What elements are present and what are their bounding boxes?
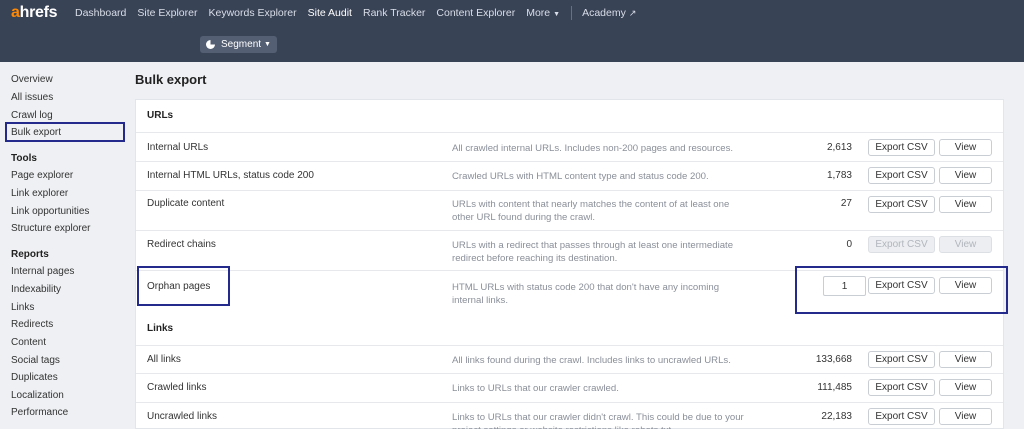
table-row: Redirect chains URLs with a redirect tha… [136,230,1003,270]
nav-site-audit[interactable]: Site Audit [308,7,352,19]
sidebar-item-internal-pages[interactable]: Internal pages [11,266,74,277]
sidebar-item-crawl-log[interactable]: Crawl log [11,110,53,121]
segment-button[interactable]: Segment ▼ [200,36,277,53]
sidebar-item-performance[interactable]: Performance [11,407,68,418]
export-csv-button[interactable]: Export CSV [868,139,935,156]
chevron-down-icon: ▼ [264,41,271,48]
row-count: 22,183 [821,411,852,422]
row-name: Internal URLs [147,142,209,153]
view-button: View [939,236,992,253]
sidebar-item-all-issues[interactable]: All issues [11,92,53,103]
row-description: All links found during the crawl. Includ… [452,355,731,366]
table-row: All links All links found during the cra… [136,345,1003,373]
row-name: Duplicate content [147,198,225,209]
view-button[interactable]: View [939,196,992,213]
sidebar-item-social-tags[interactable]: Social tags [11,355,60,366]
sidebar-heading-tools: Tools [11,153,37,164]
nav-divider [571,6,573,20]
sidebar-item-overview[interactable]: Overview [11,74,53,85]
view-button[interactable]: View [939,167,992,184]
row-description: URLs with content that nearly matches th… [452,199,730,223]
highlight-box-bulk-export [5,122,125,142]
row-name: Uncrawled links [147,411,218,422]
nav-site-explorer[interactable]: Site Explorer [137,7,197,19]
chevron-down-icon: ▼ [553,11,561,18]
row-description: URLs with a redirect that passes through… [452,240,734,264]
sidebar-item-link-explorer[interactable]: Link explorer [11,188,68,199]
sidebar-item-links[interactable]: Links [11,302,34,313]
external-link-icon: ↗ [628,8,637,18]
row-description: HTML URLs with status code 200 that don'… [452,282,720,306]
row-description: Crawled URLs with HTML content type and … [452,171,709,182]
section-title-urls: URLs [147,110,174,121]
section-title-links: Links [147,323,174,334]
row-count: 133,668 [815,354,852,365]
sidebar-heading-reports: Reports [11,249,49,260]
export-csv-button[interactable]: Export CSV [868,379,935,396]
export-csv-button: Export CSV [868,236,935,253]
row-description: Links to URLs that our crawler crawled. [452,383,619,394]
main-nav: Dashboard Site Explorer Keywords Explore… [75,6,647,20]
row-description: All crawled internal URLs. Includes non-… [452,143,734,154]
export-csv-button[interactable]: Export CSV [868,351,935,368]
sidebar-item-structure-explorer[interactable]: Structure explorer [11,223,90,234]
sidebar-item-content[interactable]: Content [11,337,46,348]
export-csv-button[interactable]: Export CSV [868,167,935,184]
nav-dashboard[interactable]: Dashboard [75,7,126,19]
sidebar-item-localization[interactable]: Localization [11,390,64,401]
ahrefs-logo[interactable]: ahrefs [11,4,58,22]
view-button[interactable]: View [939,408,992,425]
row-count: 111,485 [817,382,852,393]
table-row: Crawled links Links to URLs that our cra… [136,373,1003,402]
sidebar-item-redirects[interactable]: Redirects [11,319,53,330]
highlight-box-orphan-pages [137,266,230,306]
nav-keywords-explorer[interactable]: Keywords Explorer [208,7,296,19]
nav-academy[interactable]: Academy ↗ [582,7,636,19]
row-name: Redirect chains [147,239,216,250]
bulk-export-panel: URLs Internal URLs All crawled internal … [135,99,1004,429]
page-title: Bulk export [135,72,207,87]
row-count: 0 [846,239,852,250]
row-description: Links to URLs that our crawler didn't cr… [452,412,744,429]
highlight-box-orphan-actions [795,266,1008,314]
sidebar-item-link-opportunities[interactable]: Link opportunities [11,206,89,217]
row-name: Internal HTML URLs, status code 200 [147,170,314,181]
table-row: Internal URLs All crawled internal URLs.… [136,132,1003,161]
export-csv-button[interactable]: Export CSV [868,408,935,425]
row-count: 27 [840,198,852,209]
table-row: Duplicate content URLs with content that… [136,190,1003,230]
row-name: All links [147,354,181,365]
sidebar-item-indexability[interactable]: Indexability [11,284,61,295]
row-count: 1,783 [826,170,852,181]
pie-chart-icon [206,40,216,49]
sidebar-item-page-explorer[interactable]: Page explorer [11,170,73,181]
row-count: 2,613 [826,142,852,153]
table-row: Uncrawled links Links to URLs that our c… [136,402,1003,429]
view-button[interactable]: View [939,351,992,368]
view-button[interactable]: View [939,379,992,396]
nav-more[interactable]: More ▼ [526,7,560,19]
nav-rank-tracker[interactable]: Rank Tracker [363,7,425,19]
nav-content-explorer[interactable]: Content Explorer [436,7,515,19]
sidebar-item-duplicates[interactable]: Duplicates [11,372,58,383]
export-csv-button[interactable]: Export CSV [868,196,935,213]
top-navigation-bar: ahrefs Dashboard Site Explorer Keywords … [0,0,1024,62]
view-button[interactable]: View [939,139,992,156]
table-row: Internal HTML URLs, status code 200 Craw… [136,161,1003,190]
row-name: Crawled links [147,382,207,393]
